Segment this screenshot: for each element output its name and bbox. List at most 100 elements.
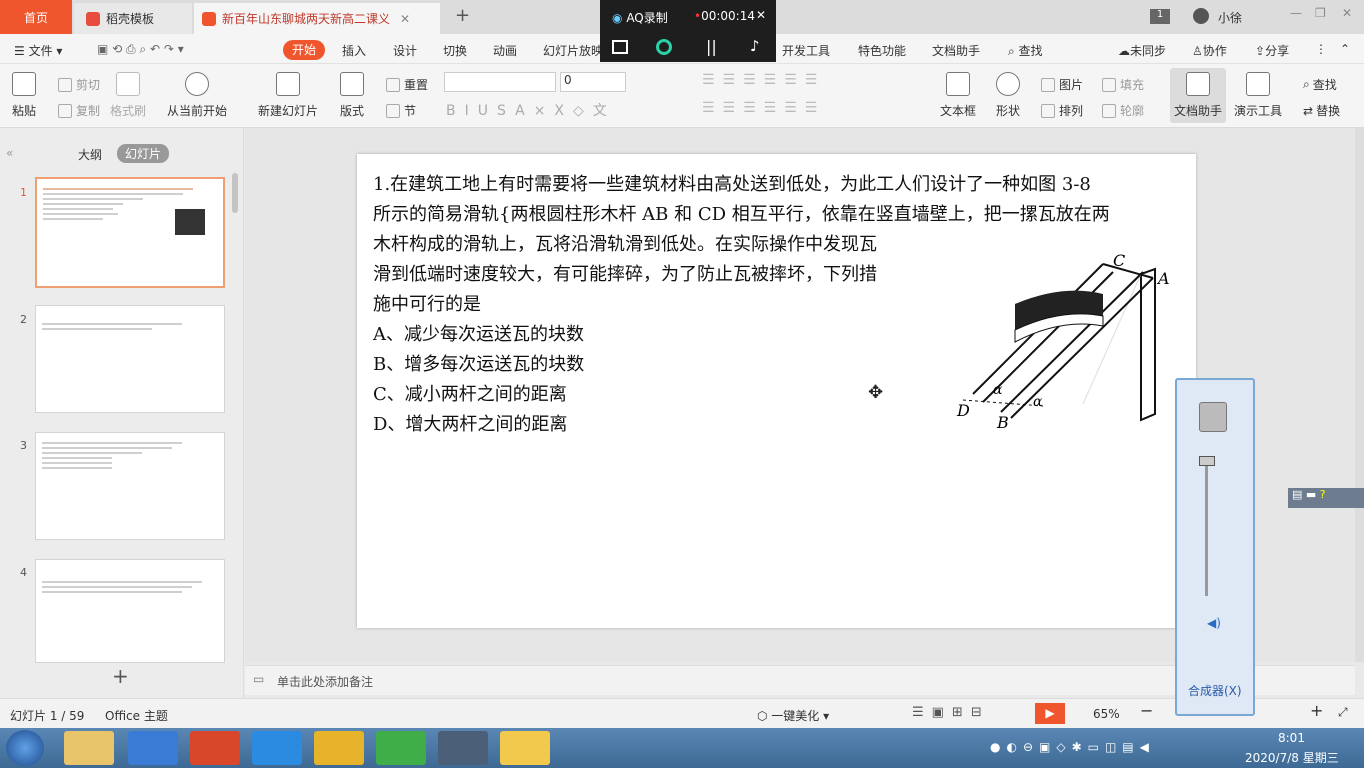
language-bar[interactable]: ▤ ▬ ? (1288, 488, 1364, 508)
add-slide-icon[interactable]: + (112, 664, 129, 688)
browser-icon[interactable] (252, 731, 302, 765)
pdf-icon[interactable] (190, 731, 240, 765)
play-slideshow-icon[interactable]: ▶ (1035, 703, 1065, 724)
tab-template[interactable]: 稻壳模板 (74, 3, 192, 34)
slide-thumb-2[interactable] (35, 305, 225, 413)
menu-dochelper[interactable]: 文档助手 (932, 42, 980, 59)
mixer-link[interactable]: 合成器(X) (1188, 682, 1242, 699)
menu-switch[interactable]: 切换 (443, 42, 467, 59)
menu-insert[interactable]: 插入 (342, 42, 366, 59)
view-icons[interactable]: ☰▣⊞⊟ (912, 705, 990, 720)
section-button[interactable]: 节 (386, 102, 416, 119)
menu-share[interactable]: ⇪分享 (1255, 42, 1289, 59)
paragraph-icons[interactable]: ☰☰☰☰☰☰ (702, 72, 825, 88)
menu-feature[interactable]: 特色功能 (858, 42, 906, 59)
record-icon[interactable] (656, 39, 672, 55)
doc-helper-button[interactable]: 文档助手 (1170, 68, 1227, 123)
volume-speaker-icon[interactable]: ◀) (1207, 616, 1221, 630)
notes-icon: ▭ (253, 672, 265, 686)
reset-button[interactable]: 重置 (386, 76, 428, 93)
minimize-icon[interactable]: — (1290, 6, 1302, 20)
menu-slideshow[interactable]: 幻灯片放映 (543, 42, 603, 59)
menu-animation[interactable]: 动画 (493, 42, 517, 59)
close-window-icon[interactable]: ✕ (1342, 6, 1352, 20)
beautify-button[interactable]: ⬡ 一键美化 ▾ (757, 707, 829, 724)
outline-icon (1102, 103, 1116, 118)
cut-button[interactable]: 剪切 (58, 76, 100, 93)
tab-outline[interactable]: 大纲 (78, 146, 102, 163)
shape-button[interactable]: 形状 (996, 72, 1020, 119)
tab-document[interactable]: 新百年山东聊城两天新高二课义 ✕ (194, 3, 440, 34)
question-line-4: 滑到低端时速度较大，有可能摔碎，为了防止瓦被摔坏，下列措 (373, 264, 877, 285)
avatar[interactable] (1193, 8, 1209, 24)
doc-helper-label: 文档助手 (1174, 104, 1223, 118)
option-a: A、减少每次运送瓦的块数 (373, 324, 584, 345)
clock-date[interactable]: 2020/7/8 星期三 (1245, 749, 1339, 766)
clock-time[interactable]: 8:01 (1278, 731, 1305, 745)
picture-button[interactable]: 图片 (1041, 76, 1083, 93)
canvas-scrollbar[interactable] (1355, 128, 1364, 662)
arrange-button[interactable]: 排列 (1041, 102, 1083, 119)
menu-collab[interactable]: ♙协作 (1192, 42, 1227, 59)
user-name[interactable]: 小徐 (1218, 9, 1242, 26)
collapse-pane-icon[interactable]: « (6, 146, 13, 160)
theme-name[interactable]: Office 主题 (105, 707, 168, 724)
tab-slides[interactable]: 幻灯片 (117, 144, 170, 163)
microphone-icon[interactable]: ♪ (750, 37, 760, 55)
pane-scrollbar[interactable] (232, 173, 238, 213)
cut-label: 剪切 (76, 78, 101, 92)
font-style-icons[interactable]: BIUSA×X◇文 (446, 100, 616, 120)
slide-thumb-4[interactable] (35, 559, 225, 663)
outline-button[interactable]: 轮廓 (1102, 102, 1144, 119)
slide-thumb-1[interactable] (35, 177, 225, 288)
screen-region-icon[interactable] (612, 40, 628, 54)
more-icon[interactable]: ⋮ (1315, 42, 1327, 56)
slide-thumb-3[interactable] (35, 432, 225, 540)
font-size-select[interactable]: 0 (560, 72, 626, 92)
slide[interactable]: 1.在建筑工地上有时需要将一些建筑材料由高处送到低处，为此工人们设计了一种如图 … (357, 154, 1196, 628)
wps-icon[interactable] (500, 731, 550, 765)
from-current-button[interactable]: 从当前开始 (167, 72, 227, 119)
font-name-select[interactable] (444, 72, 556, 92)
zoom-out-icon[interactable]: − (1140, 701, 1153, 720)
copy-button[interactable]: 复制 (58, 102, 100, 119)
new-slide-button[interactable]: 新建幻灯片 (258, 72, 318, 119)
volume-thumb[interactable] (1199, 456, 1215, 466)
replace-button[interactable]: ⇄ 替换 (1303, 102, 1340, 119)
align-icons[interactable]: ☰☰☰☰☰☰ (702, 100, 825, 116)
textbox-button[interactable]: 文本框 (940, 72, 976, 119)
volume-track[interactable] (1205, 456, 1208, 596)
tab-home[interactable]: 首页 (0, 0, 72, 34)
start-button[interactable] (6, 730, 44, 766)
menu-design[interactable]: 设计 (393, 42, 417, 59)
wechat-icon[interactable] (376, 731, 426, 765)
menu-unsync[interactable]: ☁未同步 (1118, 42, 1166, 59)
close-icon[interactable]: ✕ (400, 12, 410, 26)
pause-icon[interactable]: || (706, 37, 717, 56)
menu-devtools[interactable]: 开发工具 (782, 42, 830, 59)
format-painter-button[interactable]: 格式刷 (110, 72, 146, 119)
zoom-in-icon[interactable]: + (1310, 701, 1323, 720)
menu-start[interactable]: 开始 (283, 40, 325, 60)
chrome-icon[interactable] (314, 731, 364, 765)
present-tool-button[interactable]: 演示工具 (1234, 72, 1282, 119)
textbox-label: 文本框 (940, 104, 977, 118)
menu-file[interactable]: ☰ 文件 ▾ (14, 42, 62, 59)
paste-button[interactable]: 粘贴 (12, 72, 36, 119)
ie-icon[interactable] (128, 731, 178, 765)
quick-access-icons[interactable]: ▣ ⟲ ⎙ ⌕ ↶ ↷ ▾ (97, 42, 184, 57)
fill-button[interactable]: 填充 (1102, 76, 1144, 93)
new-tab-icon[interactable]: + (455, 5, 470, 26)
window-count-icon[interactable]: 1 (1150, 9, 1170, 24)
menu-search[interactable]: ⌕ 查找 (1008, 42, 1043, 59)
find-button[interactable]: ⌕ 查找 (1303, 76, 1337, 93)
restore-icon[interactable]: ❐ (1315, 6, 1326, 20)
aq-record-icon[interactable] (438, 731, 488, 765)
recorder-close-icon[interactable]: ✕ (756, 8, 766, 22)
explorer-icon[interactable] (64, 731, 114, 765)
tray-icons[interactable]: ●◐⊖▣◇✱▭◫▤◀ (990, 740, 1155, 754)
zoom-level[interactable]: 65% (1093, 707, 1120, 721)
collapse-ribbon-icon[interactable]: ⌃ (1340, 42, 1350, 56)
layout-button[interactable]: 版式 (340, 72, 364, 119)
fit-window-icon[interactable]: ⤢ (1338, 705, 1348, 720)
